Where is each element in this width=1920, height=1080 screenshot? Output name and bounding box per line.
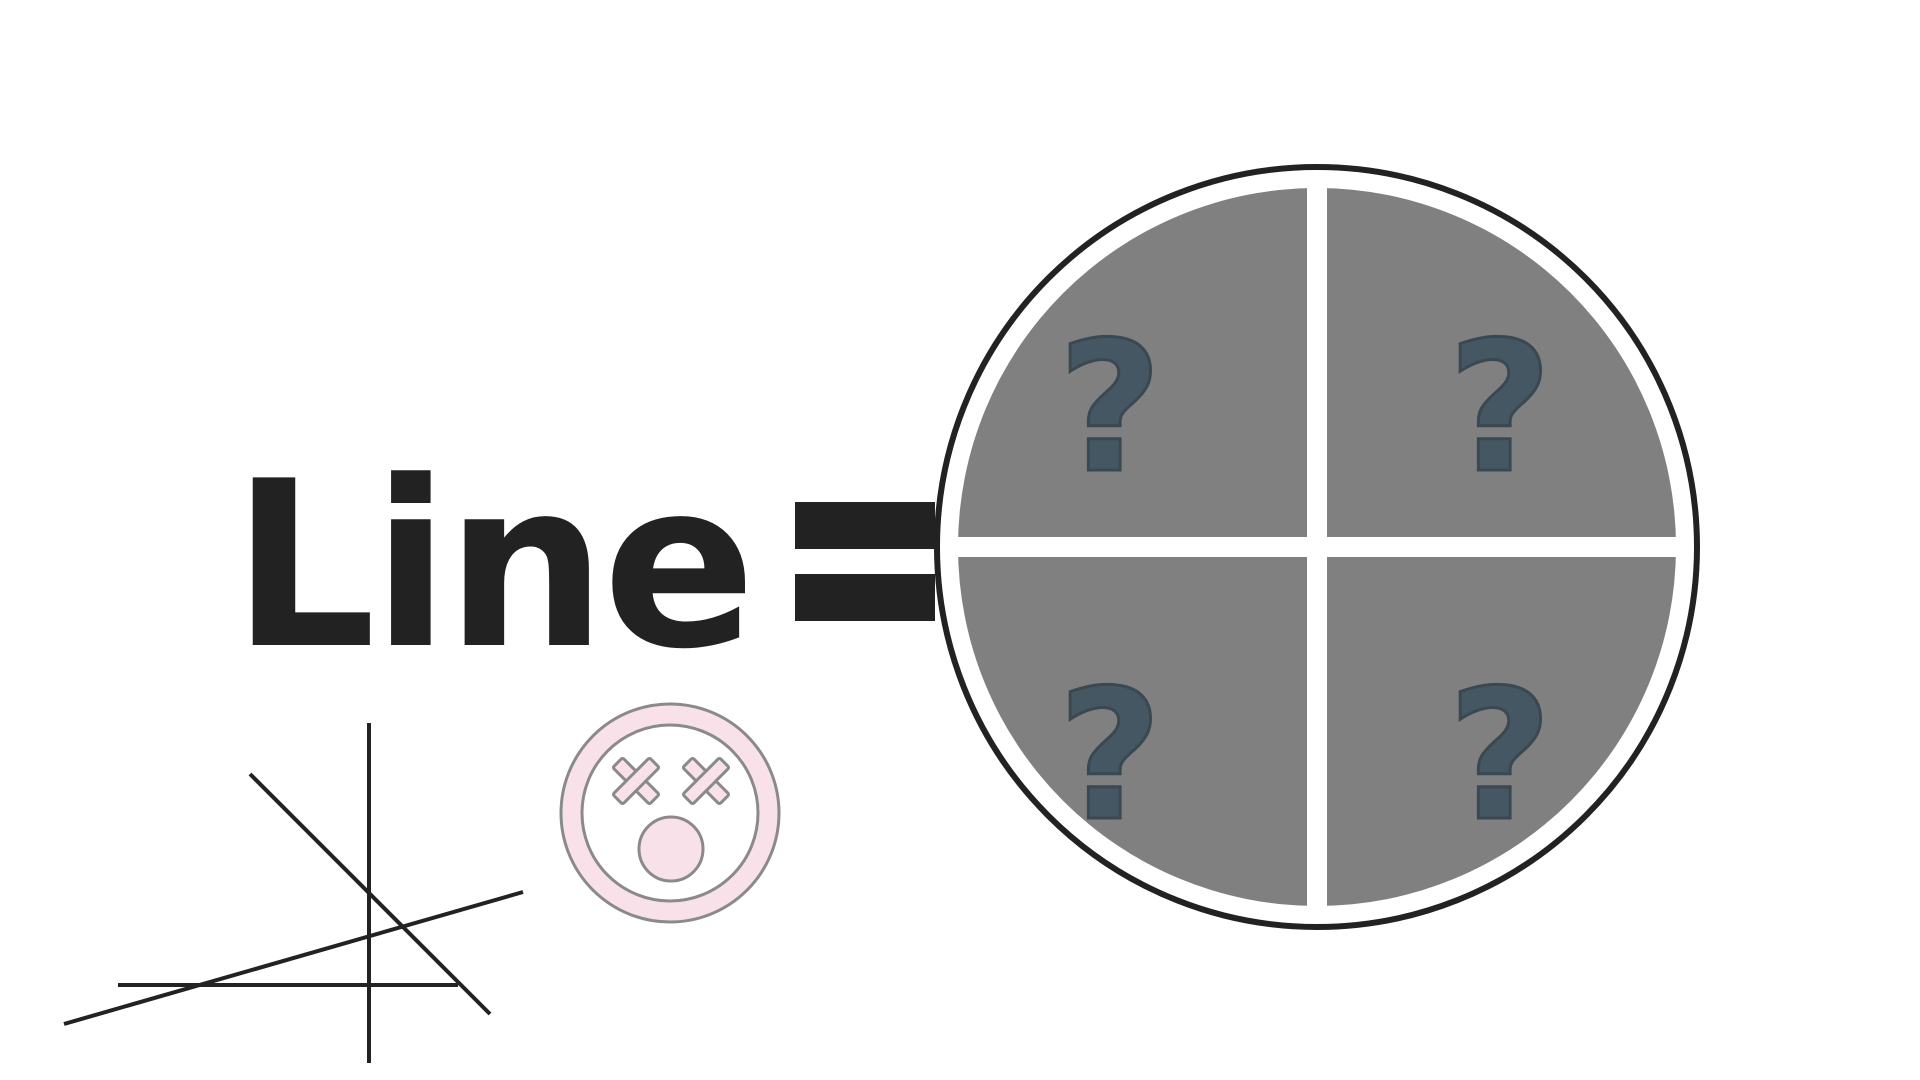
unknown-quadrants-circle: ? ? ? ? [934, 164, 1700, 930]
dizzy-face-icon [559, 702, 781, 924]
intersecting-lines-icon [63, 723, 524, 1063]
question-mark-icon: ? [1058, 304, 1162, 513]
line-concept-diagram: Line ? ? ? ? [63, 164, 1700, 1063]
diagonal-line-rising [63, 890, 524, 1026]
circle-outer-ring [934, 164, 1700, 930]
open-mouth [637, 815, 705, 883]
question-mark-icon: ? [1448, 652, 1552, 861]
equals-sign [795, 502, 935, 621]
equals-bar-bottom [795, 574, 935, 621]
title-word-line: Line [232, 433, 752, 700]
question-mark-icon: ? [1448, 304, 1552, 513]
question-mark-icon: ? [1058, 652, 1162, 861]
equals-bar-top [795, 502, 935, 549]
